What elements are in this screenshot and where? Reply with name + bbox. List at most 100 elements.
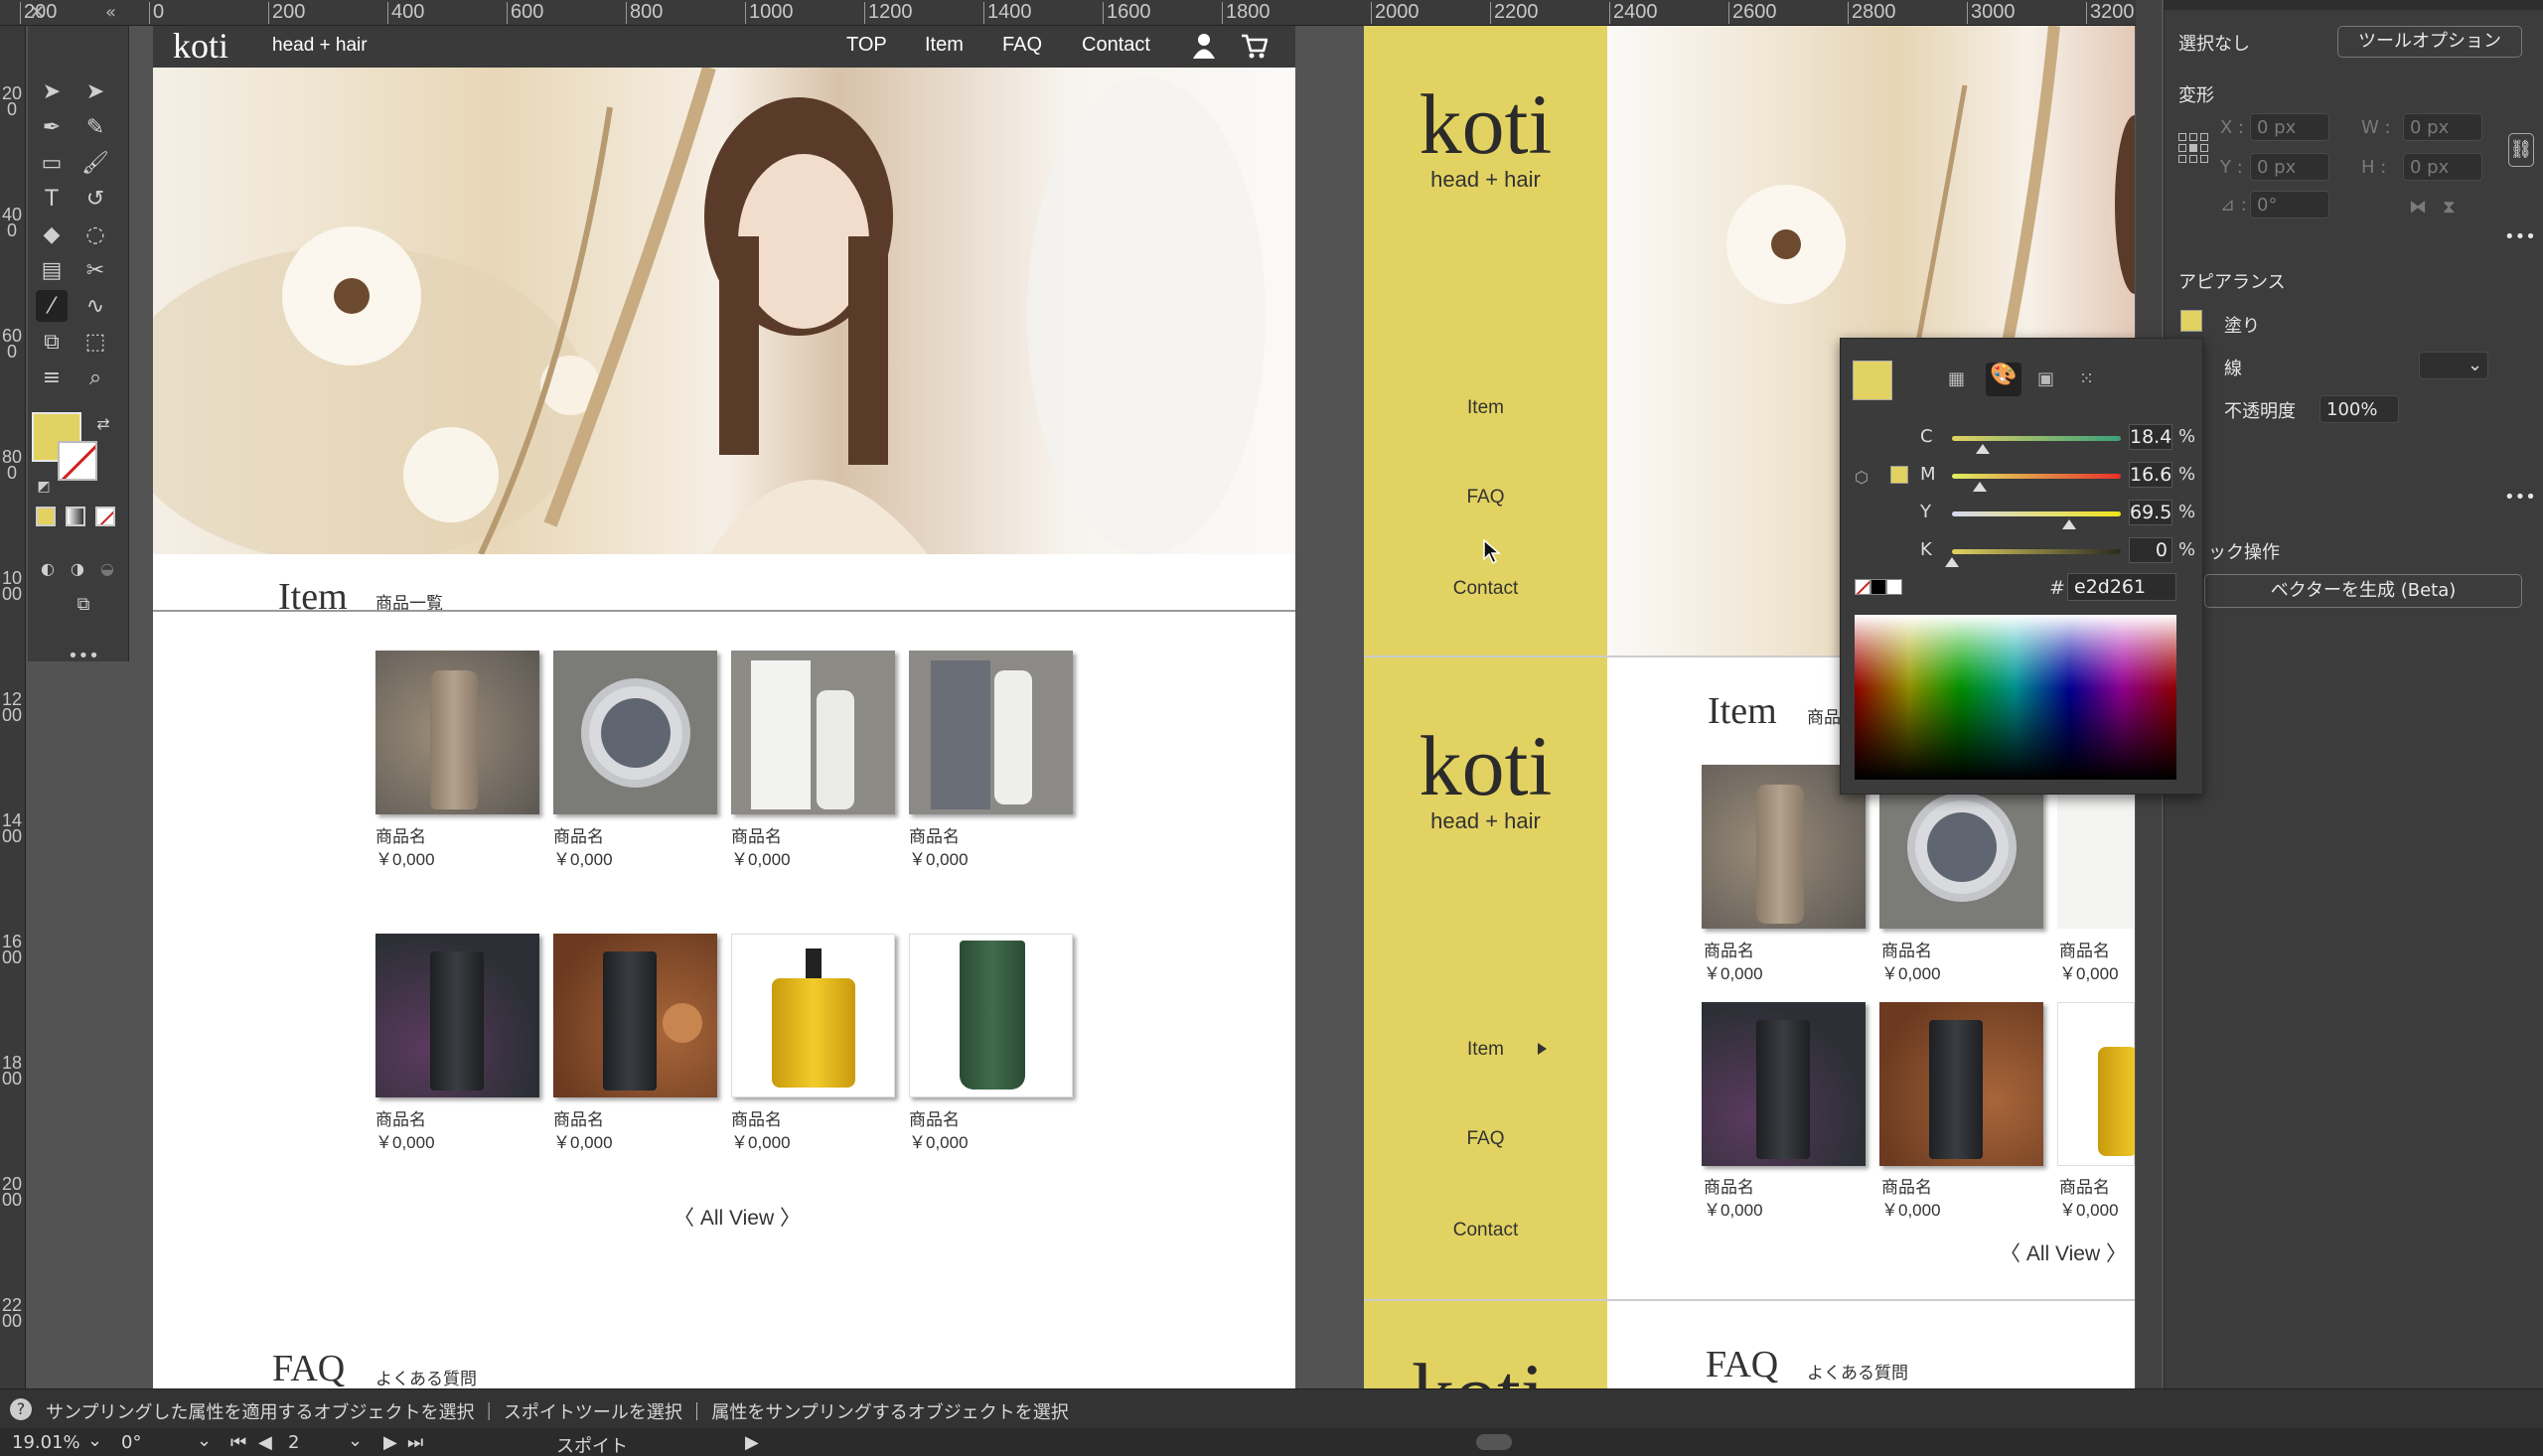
color-spectrum[interactable] xyxy=(1855,615,2176,780)
color-mode-icon[interactable] xyxy=(36,507,56,526)
status-menu-icon[interactable]: ▶ xyxy=(745,1432,759,1453)
rotate-value[interactable]: 0° xyxy=(121,1432,141,1453)
black-color-chip[interactable] xyxy=(1870,579,1886,595)
screen-mode-icon[interactable]: ⧉ xyxy=(68,588,99,620)
lasso-tool-icon[interactable]: ◌ xyxy=(79,218,111,250)
link-proportions-icon[interactable]: ⛓ xyxy=(2508,133,2534,167)
tool-options-button[interactable]: ツールオプション xyxy=(2337,26,2522,58)
horizontal-scrollbar-thumb[interactable] xyxy=(1476,1434,1512,1450)
cyan-slider[interactable] xyxy=(1952,436,2121,441)
sidebar-nav-faq[interactable]: FAQ xyxy=(1364,1128,1607,1150)
rotate-tool-icon[interactable]: ↺ xyxy=(79,183,111,215)
zoom-tool-icon[interactable]: ⌕ xyxy=(79,362,111,393)
user-icon[interactable] xyxy=(1192,32,1216,60)
black-value[interactable]: 0 xyxy=(2129,537,2172,563)
zoom-level[interactable]: 19.01% xyxy=(12,1432,80,1453)
sidebar-nav-faq[interactable]: FAQ xyxy=(1364,487,1607,509)
artboard-number[interactable]: 2 xyxy=(288,1432,299,1453)
help-icon[interactable]: ? xyxy=(10,1398,32,1420)
selection-tool-icon[interactable]: ➤ xyxy=(36,75,68,107)
curvature-tool-icon[interactable]: ✎ xyxy=(79,111,111,143)
gradient-mode-icon[interactable] xyxy=(66,507,85,526)
cyan-slider-knob[interactable] xyxy=(1976,444,1991,454)
chevron-down-icon[interactable]: ⌄ xyxy=(197,1430,212,1451)
y-field[interactable]: 0 px xyxy=(2250,153,2329,181)
stroke-weight-field[interactable]: ⌄ xyxy=(2419,352,2488,379)
sidebar-nav-item[interactable]: Item xyxy=(1364,1039,1607,1061)
magenta-slider[interactable] xyxy=(1952,474,2121,479)
artboard-desktop[interactable]: koti head + hair TOP Item FAQ Contact It… xyxy=(153,26,1295,1390)
last-artboard-icon[interactable]: ⏭ xyxy=(407,1432,423,1453)
product-thumb-2[interactable] xyxy=(553,651,717,814)
color-mixer-mode-icon[interactable]: 🎨 xyxy=(1986,363,2021,396)
angle-field[interactable]: 0° xyxy=(2250,191,2329,218)
reference-point-icon[interactable] xyxy=(2178,133,2208,163)
generate-vector-button[interactable]: ベクターを生成 (Beta) xyxy=(2204,574,2522,608)
product-thumb-4[interactable] xyxy=(909,651,1073,814)
chevron-down-icon[interactable]: ⌄ xyxy=(348,1430,363,1451)
blend-tool-icon[interactable]: ∿ xyxy=(79,290,111,322)
product-thumb-6[interactable] xyxy=(553,934,717,1097)
cyan-value[interactable]: 18.4 xyxy=(2129,424,2172,450)
fill-color-chip[interactable] xyxy=(2180,310,2202,332)
type-tool-icon[interactable]: T xyxy=(36,183,68,215)
sidebar-nav-contact[interactable]: Contact xyxy=(1364,1220,1607,1241)
swatches-mode-icon[interactable]: ▦ xyxy=(1948,368,1976,390)
nav-contact[interactable]: Contact xyxy=(1082,34,1150,57)
rectangle-tool-icon[interactable]: ▭ xyxy=(36,147,68,179)
nav-top[interactable]: TOP xyxy=(846,34,887,57)
eraser-tool-icon[interactable]: ◆ xyxy=(36,218,68,250)
nav-faq[interactable]: FAQ xyxy=(1002,34,1042,57)
hex-input[interactable]: e2d261 xyxy=(2067,573,2176,601)
yellow-slider-knob[interactable] xyxy=(2062,519,2077,529)
draw-behind-icon[interactable]: ◑ xyxy=(62,552,93,584)
white-color-chip[interactable] xyxy=(1886,579,1902,595)
gradient-mode-icon[interactable]: ▣ xyxy=(2037,368,2065,390)
eyedropper-tool-icon[interactable]: ⁄ xyxy=(36,290,68,322)
nav-item[interactable]: Item xyxy=(925,34,964,57)
close-icon[interactable]: ✕ xyxy=(30,2,45,23)
product-thumb-7[interactable] xyxy=(731,934,895,1097)
yellow-value[interactable]: 69.5 xyxy=(2129,500,2172,525)
product-thumb-3[interactable] xyxy=(731,651,895,814)
more-options-icon[interactable]: ••• xyxy=(2504,226,2536,247)
none-mode-icon[interactable] xyxy=(95,507,115,526)
product-thumb-5[interactable] xyxy=(1702,1002,1866,1166)
all-view-link[interactable]: 〈 All View 〉 xyxy=(673,1202,801,1232)
prev-artboard-icon[interactable]: ◀ xyxy=(258,1432,272,1453)
scissors-tool-icon[interactable]: ✂ xyxy=(79,254,111,286)
opacity-field[interactable]: 100% xyxy=(2319,395,2399,423)
product-thumb-1[interactable] xyxy=(375,651,539,814)
more-options-icon[interactable]: ••• xyxy=(2504,487,2536,508)
draw-mode-icon[interactable]: ◐ xyxy=(32,552,64,584)
magenta-slider-knob[interactable] xyxy=(1973,482,1988,492)
default-colors-icon[interactable]: ◩ xyxy=(28,471,60,503)
align-tool-icon[interactable]: ≡ xyxy=(36,362,68,393)
flip-horizontal-icon[interactable]: ⧓ xyxy=(2409,197,2427,218)
flip-vertical-icon[interactable]: ⧗ xyxy=(2443,197,2456,218)
h-field[interactable]: 0 px xyxy=(2403,153,2482,181)
direct-selection-tool-icon[interactable]: ➤ xyxy=(79,75,111,107)
sidebar-nav-item[interactable]: Item xyxy=(1364,397,1607,419)
sidebar-nav-contact[interactable]: Contact xyxy=(1364,578,1607,600)
gradient-tool-icon[interactable]: ▤ xyxy=(36,254,68,286)
pattern-mode-icon[interactable]: ⁙ xyxy=(2079,368,2107,390)
product-thumb-7[interactable] xyxy=(2057,1002,2135,1166)
more-tools-icon[interactable]: ••• xyxy=(68,640,99,671)
black-slider[interactable] xyxy=(1952,549,2121,554)
chevron-down-icon[interactable]: ⌄ xyxy=(87,1430,102,1451)
product-thumb-5[interactable] xyxy=(375,934,539,1097)
shape-builder-tool-icon[interactable]: ⧉ xyxy=(36,326,68,358)
artboard-tool-icon[interactable]: ⬚ xyxy=(79,326,111,358)
cart-icon[interactable] xyxy=(1240,32,1268,60)
all-view-link[interactable]: 〈 All View 〉 xyxy=(2000,1238,2127,1267)
yellow-slider[interactable] xyxy=(1952,511,2121,516)
product-thumb-8[interactable] xyxy=(909,934,1073,1097)
draw-inside-icon[interactable]: ◒ xyxy=(91,552,123,584)
chevron-down-icon[interactable]: ⌄ xyxy=(2468,355,2482,375)
x-field[interactable]: 0 px xyxy=(2250,113,2329,141)
first-artboard-icon[interactable]: ⏮ xyxy=(230,1432,246,1453)
swap-colors-icon[interactable]: ⇄ xyxy=(87,407,119,439)
w-field[interactable]: 0 px xyxy=(2403,113,2482,141)
magenta-value[interactable]: 16.6 xyxy=(2129,462,2172,488)
